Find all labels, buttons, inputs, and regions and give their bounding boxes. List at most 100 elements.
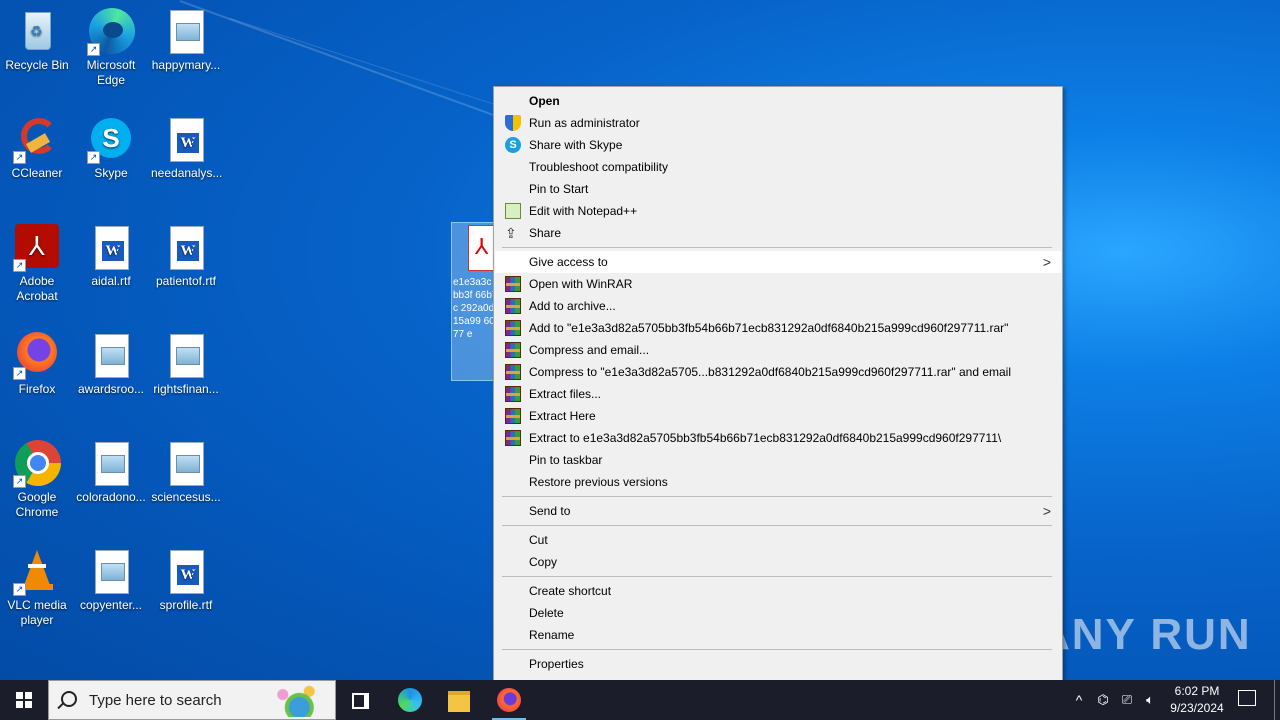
winrar-icon — [505, 430, 521, 446]
desktop-icon-microsoft-edge[interactable]: ↗ Microsoft Edge — [74, 8, 148, 88]
start-button[interactable] — [0, 680, 48, 720]
image-file-icon — [162, 440, 210, 488]
desktop-icon-rightsfinan[interactable]: rightsfinan... — [149, 332, 223, 397]
menu-item-compress-and-email[interactable]: Compress and email... — [495, 339, 1061, 361]
desktop-icon-label: needanalys... — [151, 166, 223, 180]
desktop-icon-recycle-bin[interactable]: ♻ Recycle Bin — [0, 8, 74, 73]
desktop-icon-patientof-rtf[interactable]: W patientof.rtf — [149, 224, 223, 289]
desktop-icon-label: Microsoft Edge — [86, 58, 136, 87]
desktop-icon-label: sciencesus... — [151, 490, 221, 504]
show-desktop-button[interactable] — [1274, 680, 1275, 720]
menu-item-label: Send to — [529, 504, 571, 518]
desktop-icon-sprofile-rtf[interactable]: W sprofile.rtf — [149, 548, 223, 613]
menu-item-troubleshoot-compatibility[interactable]: Troubleshoot compatibility — [495, 156, 1061, 178]
menu-item-extract-here[interactable]: Extract Here — [495, 405, 1061, 427]
menu-item-copy[interactable]: Copy — [495, 551, 1061, 573]
desktop-icon-vlc[interactable]: ↗ VLC media player — [0, 548, 74, 628]
desktop-icon-google-chrome[interactable]: ↗ Google Chrome — [0, 440, 74, 520]
menu-item-run-as-administrator[interactable]: Run as administrator — [495, 112, 1061, 134]
shortcut-arrow-icon: ↗ — [13, 367, 26, 380]
taskbar-firefox-button[interactable] — [484, 680, 532, 720]
taskbar-clock[interactable]: 6:02 PM 9/23/2024 — [1160, 683, 1234, 717]
desktop-icon-label: patientof.rtf — [155, 274, 217, 288]
skype-icon: S ↗ — [87, 116, 135, 164]
menu-item-create-shortcut[interactable]: Create shortcut — [495, 580, 1061, 602]
image-file-icon — [87, 332, 135, 380]
tray-meet-now-icon[interactable]: ⌬ — [1094, 680, 1112, 720]
menu-item-extract-files[interactable]: Extract files... — [495, 383, 1061, 405]
menu-item-properties[interactable]: Properties — [495, 653, 1061, 675]
menu-item-label: Properties — [529, 657, 584, 671]
recycle-bin-icon: ♻ — [13, 8, 61, 56]
desktop-icon-label: VLC media player — [7, 598, 67, 627]
notepadpp-icon — [505, 203, 521, 219]
menu-item-delete[interactable]: Delete — [495, 602, 1061, 624]
menu-item-open-with-winrar[interactable]: Open with WinRAR — [495, 273, 1061, 295]
menu-item-open[interactable]: Open — [495, 90, 1061, 112]
menu-item-add-to-archive[interactable]: Add to archive... — [495, 295, 1061, 317]
menu-item-label: Pin to Start — [529, 182, 589, 196]
menu-item-extract-to-folder[interactable]: Extract to e1e3a3d82a5705bb3fb54b66b71ec… — [495, 427, 1061, 449]
shortcut-arrow-icon: ↗ — [13, 151, 26, 164]
winrar-icon — [505, 408, 521, 424]
menu-item-label: Share with Skype — [529, 138, 623, 152]
taskbar-file-explorer-button[interactable] — [434, 680, 482, 720]
desktop-icon-label: coloradono... — [76, 490, 146, 504]
menu-separator — [502, 576, 1052, 577]
tray-network-icon[interactable]: ⎚ — [1118, 680, 1136, 720]
winrar-icon — [505, 342, 521, 358]
menu-item-label: Add to "e1e3a3d82a5705bb3fb54b66b71ecb83… — [529, 321, 1009, 335]
desktop-icon-aidal-rtf[interactable]: W aidal.rtf — [74, 224, 148, 289]
menu-item-label: Compress to "e1e3a3d82a5705...b831292a0d… — [529, 365, 1012, 379]
menu-item-rename[interactable]: Rename — [495, 624, 1061, 646]
menu-item-label: Extract Here — [529, 409, 596, 423]
desktop-icon-ccleaner[interactable]: ↗ CCleaner — [0, 116, 74, 181]
notification-center-icon[interactable] — [1238, 690, 1256, 706]
word-file-icon: W — [87, 224, 135, 272]
desktop-icon-adobe-acrobat[interactable]: ⅄ ↗ Adobe Acrobat — [0, 224, 74, 304]
menu-item-label: Give access to — [529, 255, 608, 269]
taskbar-edge-button[interactable] — [386, 680, 434, 720]
menu-item-cut[interactable]: Cut — [495, 529, 1061, 551]
menu-item-edit-with-notepadpp[interactable]: Edit with Notepad++ — [495, 200, 1061, 222]
taskbar-search-box[interactable]: Type here to search — [48, 680, 336, 720]
selected-file-icon-item[interactable]: ⅄ e1e3a3c 705bb3f 66b71ec 292a0df b215a9… — [451, 222, 499, 381]
tray-volume-icon[interactable]: 🔈︎ — [1141, 680, 1159, 720]
menu-item-add-to-rar[interactable]: Add to "e1e3a3d82a5705bb3fb54b66b71ecb83… — [495, 317, 1061, 339]
desktop-icon-label: happymary... — [151, 58, 221, 72]
menu-item-label: Open — [529, 94, 560, 108]
menu-item-label: Extract files... — [529, 387, 602, 401]
shortcut-arrow-icon: ↗ — [13, 259, 26, 272]
word-file-icon: W — [162, 116, 210, 164]
taskbar: Type here to search ^ ⌬ ⎚ 🔈︎ 6:02 PM 9/2… — [0, 680, 1280, 720]
desktop-icon-skype[interactable]: S ↗ Skype — [74, 116, 148, 181]
menu-item-pin-to-start[interactable]: Pin to Start — [495, 178, 1061, 200]
menu-item-share-with-skype[interactable]: S Share with Skype — [495, 134, 1061, 156]
task-view-button[interactable] — [336, 680, 384, 720]
shortcut-arrow-icon: ↗ — [13, 583, 26, 596]
menu-item-label: Pin to taskbar — [529, 453, 603, 467]
desktop-icon-label: Adobe Acrobat — [16, 274, 58, 303]
desktop-icon-firefox[interactable]: ↗ Firefox — [0, 332, 74, 397]
share-icon: ⇪ — [505, 225, 517, 241]
desktop-icon-coloradono[interactable]: coloradono... — [74, 440, 148, 505]
menu-item-send-to[interactable]: Send to > — [495, 500, 1061, 522]
menu-item-pin-to-taskbar[interactable]: Pin to taskbar — [495, 449, 1061, 471]
desktop-icon-label: Skype — [94, 166, 128, 180]
menu-item-restore-previous-versions[interactable]: Restore previous versions — [495, 471, 1061, 493]
desktop-icon-happymary[interactable]: happymary... — [149, 8, 223, 73]
vlc-icon: ↗ — [13, 548, 61, 596]
desktop-icon-needanalys[interactable]: W needanalys... — [149, 116, 223, 181]
menu-item-give-access-to[interactable]: Give access to > — [495, 251, 1061, 273]
menu-item-compress-to-rar-and-email[interactable]: Compress to "e1e3a3d82a5705...b831292a0d… — [495, 361, 1061, 383]
desktop-icon-sciencesus[interactable]: sciencesus... — [149, 440, 223, 505]
menu-item-label: Create shortcut — [529, 584, 612, 598]
firefox-icon: ↗ — [13, 332, 61, 380]
menu-item-share[interactable]: ⇪ Share — [495, 222, 1061, 244]
tray-chevron-up-icon[interactable]: ^ — [1070, 680, 1088, 720]
winrar-icon — [505, 298, 521, 314]
desktop-icon-awardsroo[interactable]: awardsroo... — [74, 332, 148, 397]
desktop-icon-label: Firefox — [18, 382, 56, 396]
image-file-icon — [162, 332, 210, 380]
desktop-icon-copyenter[interactable]: copyenter... — [74, 548, 148, 613]
